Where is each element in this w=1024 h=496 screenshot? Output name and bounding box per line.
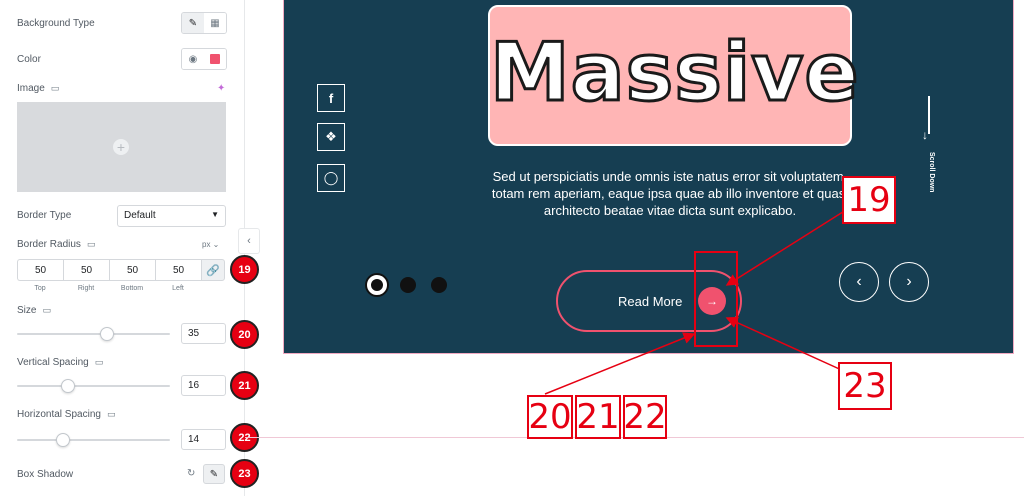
vertical-spacing-label: Vertical Spacing ▭ — [17, 357, 103, 368]
background-type-toggle: ✎ ▦ — [181, 12, 227, 34]
arrow-head-icon: ↓ — [922, 128, 928, 142]
annotation-label-19: 19 — [842, 176, 896, 224]
gradient-icon[interactable]: ▦ — [204, 13, 226, 33]
hero-title: Massive — [489, 25, 861, 121]
next-slide-button[interactable]: › — [889, 262, 929, 302]
monitor-icon[interactable]: ▭ — [107, 409, 116, 419]
horizontal-spacing-label-text: Horizontal Spacing — [17, 409, 101, 420]
border-type-label: Border Type — [17, 210, 72, 221]
annotation-label-20: 20 — [527, 395, 573, 439]
collapse-panel-button[interactable]: ‹ — [238, 228, 260, 254]
unit-value: px — [202, 240, 211, 249]
size-input[interactable]: 35 — [181, 323, 226, 344]
annotation-label-22: 22 — [623, 395, 667, 439]
monitor-icon[interactable]: ▭ — [42, 305, 51, 315]
border-type-select[interactable]: Default ▼ — [117, 205, 226, 227]
border-radius-inputs: 50 50 50 50 🔗 — [17, 259, 225, 281]
sublabel-top: Top — [34, 285, 46, 292]
size-label-text: Size — [17, 305, 37, 316]
vertical-spacing-label-text: Vertical Spacing — [17, 357, 89, 368]
monitor-icon[interactable]: ▭ — [87, 239, 96, 249]
image-label-text: Image — [17, 83, 45, 94]
image-label: Image ▭ — [17, 83, 59, 94]
border-radius-label: Border Radius ▭ — [17, 239, 95, 250]
border-radius-label-text: Border Radius — [17, 239, 81, 250]
caret-down-icon: ▼ — [211, 210, 219, 219]
badge-21: 21 — [230, 371, 259, 400]
reset-icon[interactable]: ↻ — [187, 468, 195, 479]
border-type-value: Default — [124, 210, 156, 221]
color-picker-group: ◉ — [181, 48, 227, 70]
vertical-spacing-slider[interactable] — [17, 379, 170, 393]
annotation-highlight-box — [694, 251, 738, 347]
size-slider-handle[interactable] — [100, 327, 115, 341]
vertical-spacing-input[interactable]: 16 — [181, 375, 226, 396]
badge-19: 19 — [230, 255, 259, 284]
horizontal-spacing-label: Horizontal Spacing ▭ — [17, 409, 115, 420]
monitor-icon[interactable]: ▭ — [95, 357, 104, 367]
sublabel-right: Right — [77, 285, 95, 292]
plus-icon[interactable]: + — [113, 139, 129, 155]
chevron-left-icon: ‹ — [247, 235, 251, 247]
color-label: Color — [17, 54, 41, 65]
radius-left-input[interactable]: 50 — [155, 259, 201, 281]
size-label: Size ▭ — [17, 305, 51, 316]
link-icon[interactable]: 🔗 — [201, 259, 225, 281]
annotation-label-21: 21 — [575, 395, 621, 439]
radius-right-input[interactable]: 50 — [63, 259, 109, 281]
horizontal-spacing-input[interactable]: 14 — [181, 429, 226, 450]
slide-description: Sed ut perspiciatis unde omnis iste natu… — [491, 169, 849, 218]
color-swatch[interactable] — [204, 49, 226, 69]
style-panel: Background Type ✎ ▦ Color ◉ Image ▭ ✦ + B… — [0, 0, 245, 496]
radius-bottom-input[interactable]: 50 — [109, 259, 155, 281]
annotation-label-23: 23 — [838, 362, 892, 410]
image-placeholder[interactable]: + — [17, 102, 226, 192]
globe-icon[interactable]: ◉ — [182, 49, 204, 69]
monitor-icon[interactable]: ▭ — [51, 83, 60, 93]
brush-icon[interactable]: ✎ — [182, 13, 204, 33]
ai-sparkle-icon[interactable]: ✦ — [217, 83, 225, 94]
pagination-dot[interactable] — [400, 277, 416, 293]
badge-23: 23 — [230, 459, 259, 488]
twitter-icon[interactable]: ❖ — [317, 123, 345, 151]
pagination-dot-active[interactable] — [367, 275, 387, 295]
read-more-label: Read More — [618, 294, 683, 309]
instagram-icon[interactable]: ◯ — [317, 164, 345, 192]
horizontal-spacing-slider-handle[interactable] — [55, 433, 70, 447]
prev-slide-button[interactable]: ‹ — [839, 262, 879, 302]
facebook-icon[interactable]: f — [317, 84, 345, 112]
size-slider[interactable] — [17, 327, 170, 341]
color-swatch-fill — [210, 54, 220, 64]
sublabel-left: Left — [172, 285, 184, 292]
hero-title-box: Massive — [488, 5, 861, 146]
pencil-icon[interactable]: ✎ — [203, 464, 225, 484]
horizontal-spacing-slider[interactable] — [17, 433, 170, 447]
scroll-down-text[interactable]: Scroll Down — [921, 152, 935, 192]
slider-preview: Massive f ❖ ◯ Sed ut perspiciatis unde o… — [283, 0, 1014, 354]
sublabel-bottom: Bottom — [120, 285, 144, 292]
background-type-label: Background Type — [17, 18, 95, 29]
border-radius-sublabels: Top Right Bottom Left — [17, 285, 201, 292]
box-shadow-label: Box Shadow — [17, 469, 74, 480]
unit-selector[interactable]: px ⌄ — [202, 240, 219, 249]
pagination-dot[interactable] — [431, 277, 447, 293]
badge-20: 20 — [230, 320, 259, 349]
vertical-spacing-slider-handle[interactable] — [61, 379, 76, 393]
radius-top-input[interactable]: 50 — [17, 259, 63, 281]
